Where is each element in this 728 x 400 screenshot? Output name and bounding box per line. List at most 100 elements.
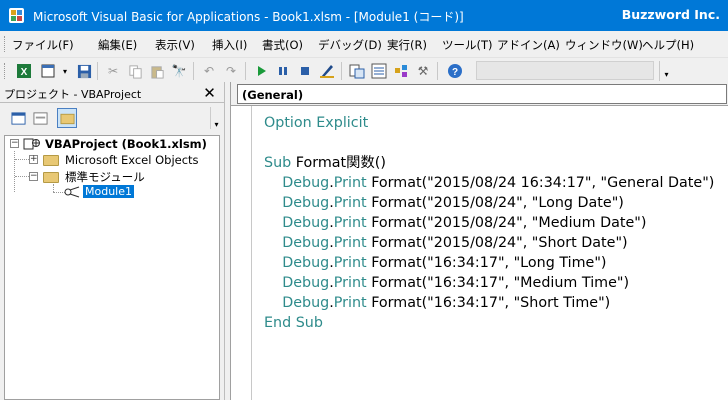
project-explorer-panel: プロジェクト - VBAProject ✕ ▾ − VBAProject (Bo… — [0, 82, 224, 400]
menu-help[interactable]: ヘルプ(H) — [642, 37, 694, 53]
help-icon[interactable]: ? — [446, 62, 464, 80]
title-bar: Microsoft Visual Basic for Applications … — [0, 0, 728, 31]
properties-icon[interactable] — [370, 62, 388, 80]
panel-toolbar-options-icon[interactable]: ▾ — [210, 107, 222, 129]
view-code-icon[interactable] — [8, 108, 28, 128]
menu-format[interactable]: 書式(O) — [262, 37, 303, 53]
toolbox-icon[interactable]: ⚒ — [414, 62, 432, 80]
object-combo-value: (General) — [242, 88, 304, 102]
project-panel-toolbar: ▾ — [0, 103, 224, 135]
code-line[interactable]: Debug.Print Format("16:34:17", "Medium T… — [264, 273, 714, 293]
insert-dropdown-icon[interactable]: ▾ — [60, 62, 70, 80]
run-icon[interactable] — [252, 62, 270, 80]
code-keyword: Print — [333, 195, 367, 211]
object-combo[interactable]: (General) — [237, 84, 727, 104]
find-icon[interactable]: 🔭 — [170, 62, 188, 80]
code-margin-indicator-bar[interactable] — [231, 106, 252, 400]
undo-icon[interactable]: ↶ — [200, 62, 218, 80]
code-text: Format関数() — [291, 155, 386, 171]
code-line[interactable]: Option Explicit — [264, 113, 714, 133]
toolbar-grip[interactable] — [4, 63, 7, 79]
toggle-folders-icon[interactable] — [57, 108, 77, 128]
vbaproject-icon — [23, 138, 40, 150]
design-mode-icon[interactable] — [318, 62, 336, 80]
folder-icon — [43, 155, 59, 166]
code-keyword: Option Explicit — [264, 115, 369, 131]
code-line[interactable]: Debug.Print Format("2015/08/24 16:34:17"… — [264, 173, 714, 193]
object-browser-icon[interactable] — [392, 62, 410, 80]
window-title: Microsoft Visual Basic for Applications … — [33, 10, 464, 24]
cut-icon[interactable]: ✂ — [104, 62, 122, 80]
code-line[interactable]: Debug.Print Format("2015/08/24", "Short … — [264, 233, 714, 253]
tree-connector — [15, 159, 29, 160]
copy-icon[interactable] — [126, 62, 144, 80]
tree-node-module1[interactable]: Module1 — [83, 185, 134, 198]
svg-text:?: ? — [452, 67, 458, 78]
project-tree: − VBAProject (Book1.xlsm) + Microsoft Ex… — [4, 135, 220, 400]
menubar-grip[interactable] — [4, 36, 7, 52]
code-keyword: Debug — [282, 275, 330, 291]
menu-window[interactable]: ウィンドウ(W) — [565, 37, 643, 53]
brand-label: Buzzword Inc. — [621, 7, 720, 22]
code-keyword: Debug — [282, 295, 330, 311]
menu-insert[interactable]: 挿入(I) — [212, 37, 247, 53]
code-keyword: Debug — [282, 235, 330, 251]
save-icon[interactable] — [75, 62, 93, 80]
code-keyword: Debug — [282, 195, 330, 211]
insert-module-icon[interactable] — [40, 62, 58, 80]
project-panel-titlebar: プロジェクト - VBAProject ✕ — [0, 82, 224, 103]
code-keyword: Print — [333, 215, 367, 231]
code-keyword: Debug — [282, 175, 330, 191]
menu-run[interactable]: 実行(R) — [387, 37, 427, 53]
code-line[interactable]: Debug.Print Format("16:34:17", "Long Tim… — [264, 253, 714, 273]
code-line[interactable]: Debug.Print Format("16:34:17", "Short Ti… — [264, 293, 714, 313]
collapse-toggle[interactable]: − — [10, 139, 19, 148]
tree-connector — [15, 176, 29, 177]
toolbar-options-icon[interactable]: ▾ — [659, 61, 673, 81]
code-keyword: Sub — [264, 155, 292, 171]
code-text: Format("2015/08/24", "Short Date") — [366, 235, 628, 251]
reset-icon[interactable] — [296, 62, 314, 80]
code-line[interactable]: Debug.Print Format("2015/08/24", "Long D… — [264, 193, 714, 213]
code-line[interactable]: Sub Format関数() — [264, 153, 714, 173]
code-text: Format("16:34:17", "Long Time") — [366, 255, 607, 271]
paste-icon[interactable] — [148, 62, 166, 80]
menu-addins[interactable]: アドイン(A) — [497, 37, 560, 53]
code-keyword: Debug — [282, 255, 330, 271]
menu-edit[interactable]: 編集(E) — [98, 37, 137, 53]
code-line[interactable] — [264, 133, 714, 153]
excel-icon[interactable]: X — [15, 62, 33, 80]
line-column-indicator — [476, 61, 654, 80]
project-panel-title: プロジェクト - VBAProject — [4, 88, 142, 101]
code-text: Format("16:34:17", "Medium Time") — [366, 275, 630, 291]
code-keyword: Print — [333, 275, 367, 291]
break-icon[interactable] — [274, 62, 292, 80]
toolbar-separator — [437, 62, 438, 80]
project-explorer-icon[interactable] — [348, 62, 366, 80]
tree-node-vbaproject[interactable]: VBAProject (Book1.xlsm) — [45, 137, 207, 151]
menu-debug[interactable]: デバッグ(D) — [318, 37, 382, 53]
code-text: Format("2015/08/24 16:34:17", "General D… — [366, 175, 715, 191]
code-line[interactable]: End Sub — [264, 313, 714, 333]
standard-toolbar: X ▾ ✂ 🔭 ↶ ↷ ⚒ ? ▾ — [0, 57, 728, 83]
redo-icon[interactable]: ↷ — [222, 62, 240, 80]
code-combo-row: (General) — [231, 82, 728, 106]
menu-view[interactable]: 表示(V) — [155, 37, 195, 53]
code-editor[interactable]: Option Explicit Sub Format関数() Debug.Prin… — [264, 113, 714, 333]
tree-node-excel-objects[interactable]: Microsoft Excel Objects — [65, 153, 199, 167]
collapse-toggle[interactable]: − — [29, 172, 38, 181]
code-keyword: Print — [333, 255, 367, 271]
menu-bar: ファイル(F) 編集(E) 表示(V) 挿入(I) 書式(O) デバッグ(D) … — [0, 31, 728, 57]
tree-node-standard-modules[interactable]: 標準モジュール — [65, 169, 145, 185]
view-object-icon[interactable] — [30, 108, 50, 128]
menu-file[interactable]: ファイル(F) — [12, 37, 74, 53]
toolbar-separator — [193, 62, 194, 80]
code-line[interactable]: Debug.Print Format("2015/08/24", "Medium… — [264, 213, 714, 233]
menu-tools[interactable]: ツール(T) — [442, 37, 493, 53]
expand-toggle[interactable]: + — [29, 155, 38, 164]
close-icon[interactable]: ✕ — [201, 83, 218, 102]
